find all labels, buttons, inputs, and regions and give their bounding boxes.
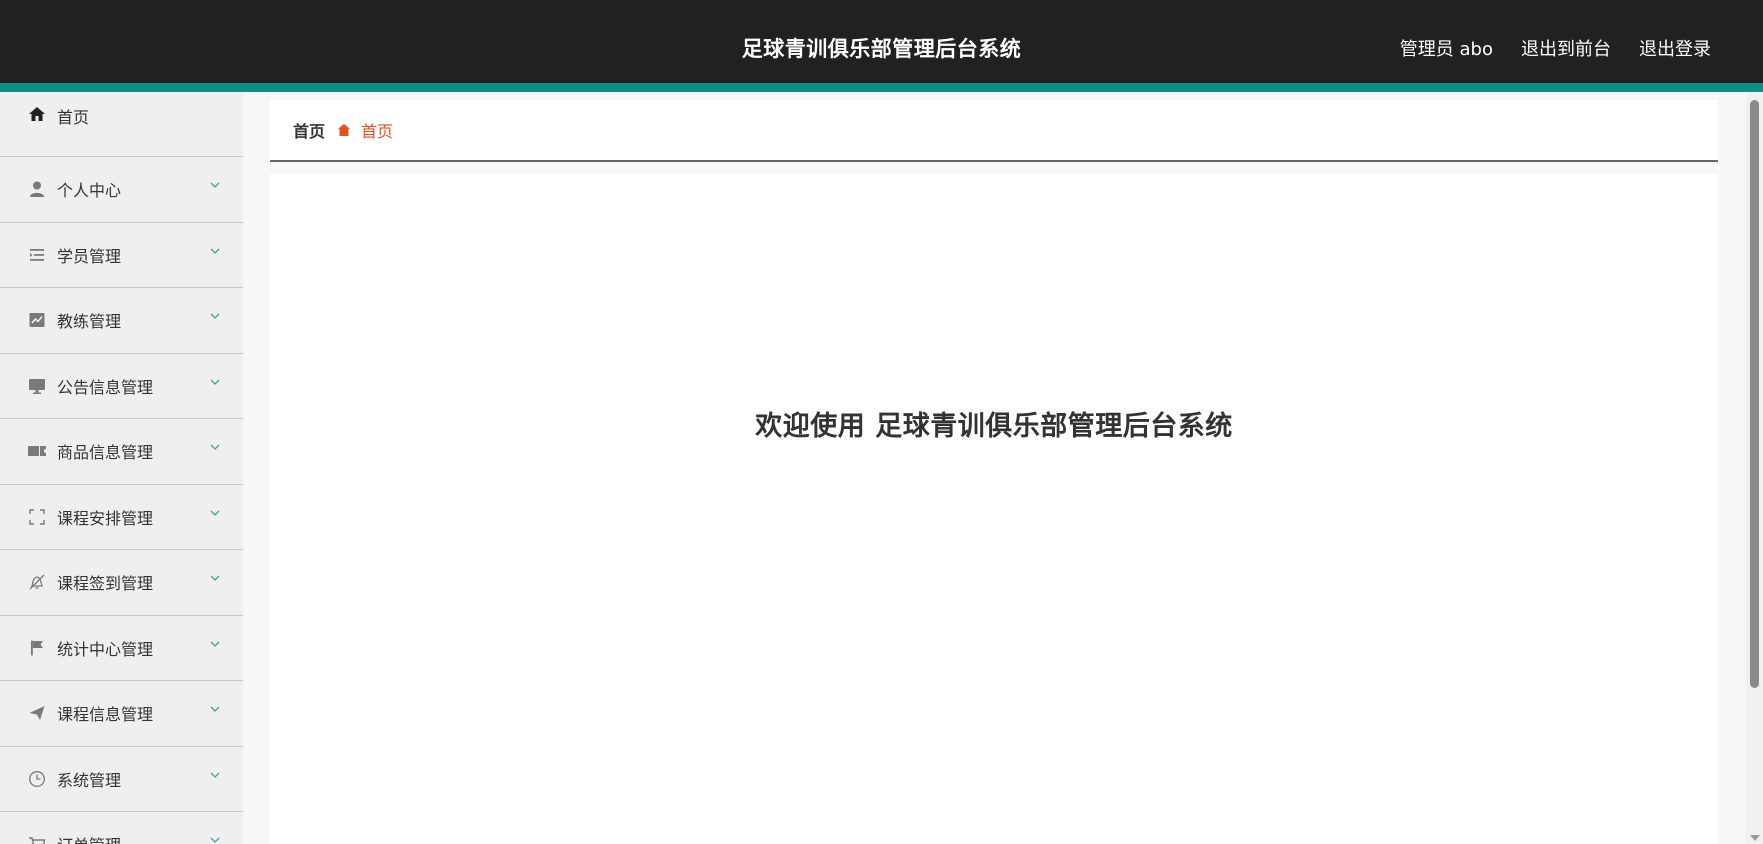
scrollbar-thumb[interactable]	[1750, 100, 1759, 688]
sidebar-item-label: 个人中心	[57, 181, 122, 201]
sidebar-item-label: 统计中心管理	[57, 639, 154, 659]
top-header: 足球青训俱乐部管理后台系统 管理员 abo 退出到前台 退出登录	[0, 0, 1763, 92]
exit-to-front-link[interactable]: 退出到前台	[1521, 35, 1611, 61]
sidebar-item-orders[interactable]: 订单管理	[0, 812, 243, 844]
sidebar-item-label: 商品信息管理	[57, 443, 154, 463]
chevron-down-icon	[210, 444, 220, 450]
sidebar-item-label: 课程签到管理	[57, 574, 154, 594]
chevron-down-icon	[210, 706, 220, 712]
chevron-down-icon	[210, 575, 220, 581]
sidebar-item-home[interactable]: 首页	[0, 92, 243, 157]
sidebar-item-courses[interactable]: 课程信息管理	[0, 681, 243, 747]
cart-icon	[27, 834, 47, 844]
welcome-message: 欢迎使用 足球青训俱乐部管理后台系统	[755, 411, 1233, 442]
sidebar-item-label: 教练管理	[57, 312, 122, 332]
chart-icon	[27, 310, 47, 330]
monitor-icon	[27, 376, 47, 396]
sidebar-item-products[interactable]: 商品信息管理	[0, 419, 243, 485]
sidebar-item-label: 课程信息管理	[57, 705, 154, 725]
clock-icon	[27, 769, 47, 789]
fullscreen-icon	[27, 507, 47, 527]
sidebar-item-label: 课程安排管理	[57, 508, 154, 528]
sidebar-item-label: 首页	[57, 108, 90, 127]
sidebar-item-system[interactable]: 系统管理	[0, 747, 243, 812]
chevron-down-icon	[210, 641, 220, 647]
sidebar-item-checkin[interactable]: 课程签到管理	[0, 550, 243, 616]
breadcrumb-home[interactable]: 首页	[293, 118, 325, 142]
chevron-down-icon	[210, 837, 220, 843]
user-icon	[27, 179, 47, 199]
header-links: 管理员 abo 退出到前台 退出登录	[1400, 35, 1711, 61]
sidebar-item-notices[interactable]: 公告信息管理	[0, 354, 243, 419]
sidebar-item-profile[interactable]: 个人中心	[0, 157, 243, 223]
bell-off-icon	[27, 572, 47, 592]
logout-link[interactable]: 退出登录	[1639, 35, 1711, 61]
page-scrollbar[interactable]	[1746, 92, 1763, 844]
flag-icon	[27, 638, 47, 658]
chevron-down-icon	[210, 182, 220, 188]
main-content: 欢迎使用 足球青训俱乐部管理后台系统	[270, 174, 1718, 844]
send-icon	[27, 703, 47, 723]
home-icon	[337, 123, 351, 137]
breadcrumb-current: 首页	[361, 122, 394, 141]
scroll-down-arrow-icon[interactable]	[1750, 835, 1760, 841]
chevron-down-icon	[210, 248, 220, 254]
sidebar-item-coaches[interactable]: 教练管理	[0, 288, 243, 354]
sidebar-item-students[interactable]: 学员管理	[0, 223, 243, 288]
admin-user-label: 管理员 abo	[1399, 39, 1493, 60]
sidebar: 首页 个人中心 学员管理 教练管理 公告信息管理 商品信息管理 课程安排管理 课…	[0, 92, 243, 844]
breadcrumb: 首页 首页	[270, 100, 1718, 162]
sidebar-item-label: 公告信息管理	[57, 377, 154, 397]
chevron-down-icon	[210, 772, 220, 778]
ticket-icon	[27, 441, 47, 461]
list-icon	[27, 245, 47, 265]
home-icon	[27, 104, 47, 124]
sidebar-item-statistics[interactable]: 统计中心管理	[0, 616, 243, 681]
chevron-down-icon	[210, 510, 220, 516]
chevron-down-icon	[210, 379, 220, 385]
sidebar-item-label: 学员管理	[57, 246, 122, 266]
chevron-down-icon	[210, 313, 220, 319]
sidebar-item-label: 订单管理	[57, 832, 121, 844]
header-accent-bar	[0, 83, 1763, 92]
sidebar-item-label: 系统管理	[57, 770, 122, 790]
sidebar-item-schedule[interactable]: 课程安排管理	[0, 485, 243, 550]
